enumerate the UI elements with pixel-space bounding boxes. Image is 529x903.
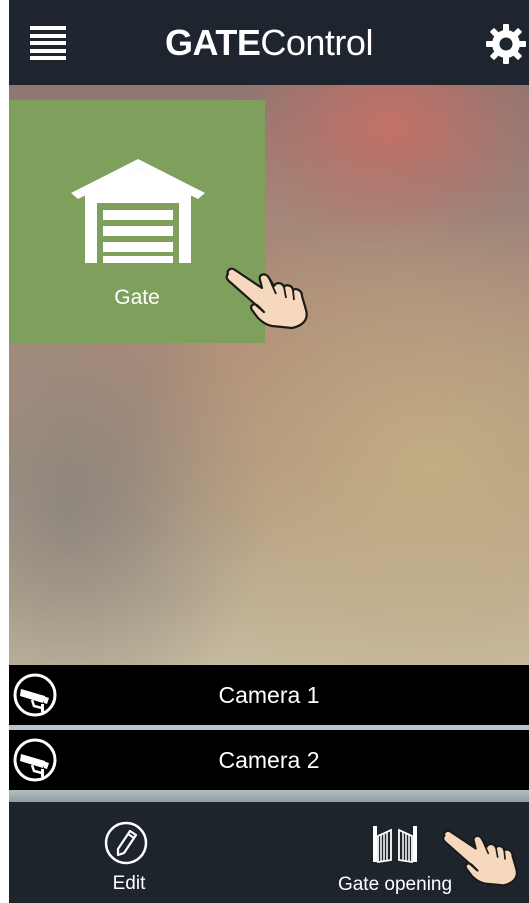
title-light: Control — [260, 22, 373, 63]
gear-icon — [486, 24, 526, 64]
title-bold: GATE — [165, 22, 261, 63]
camera-2-row[interactable]: Camera 2 — [9, 730, 529, 790]
pointing-hand-icon — [225, 267, 308, 330]
settings-button[interactable] — [485, 23, 527, 65]
camera-label: Camera 2 — [218, 747, 320, 773]
app-title: GATEControl — [9, 22, 529, 64]
edit-button[interactable]: Edit — [69, 812, 189, 897]
garage-icon — [71, 159, 205, 263]
app-screen: GATEControl Gate Camera 1 Camera 2 Edit … — [9, 0, 529, 903]
app-header: GATEControl — [9, 0, 529, 85]
camera-1-row[interactable]: Camera 1 — [9, 665, 529, 725]
gate-icon — [373, 826, 417, 864]
camera-label: Camera 1 — [218, 682, 320, 708]
pencil-icon — [104, 821, 148, 865]
pointing-hand-icon — [442, 829, 518, 887]
divider — [9, 790, 529, 802]
edit-label: Edit — [112, 873, 146, 894]
